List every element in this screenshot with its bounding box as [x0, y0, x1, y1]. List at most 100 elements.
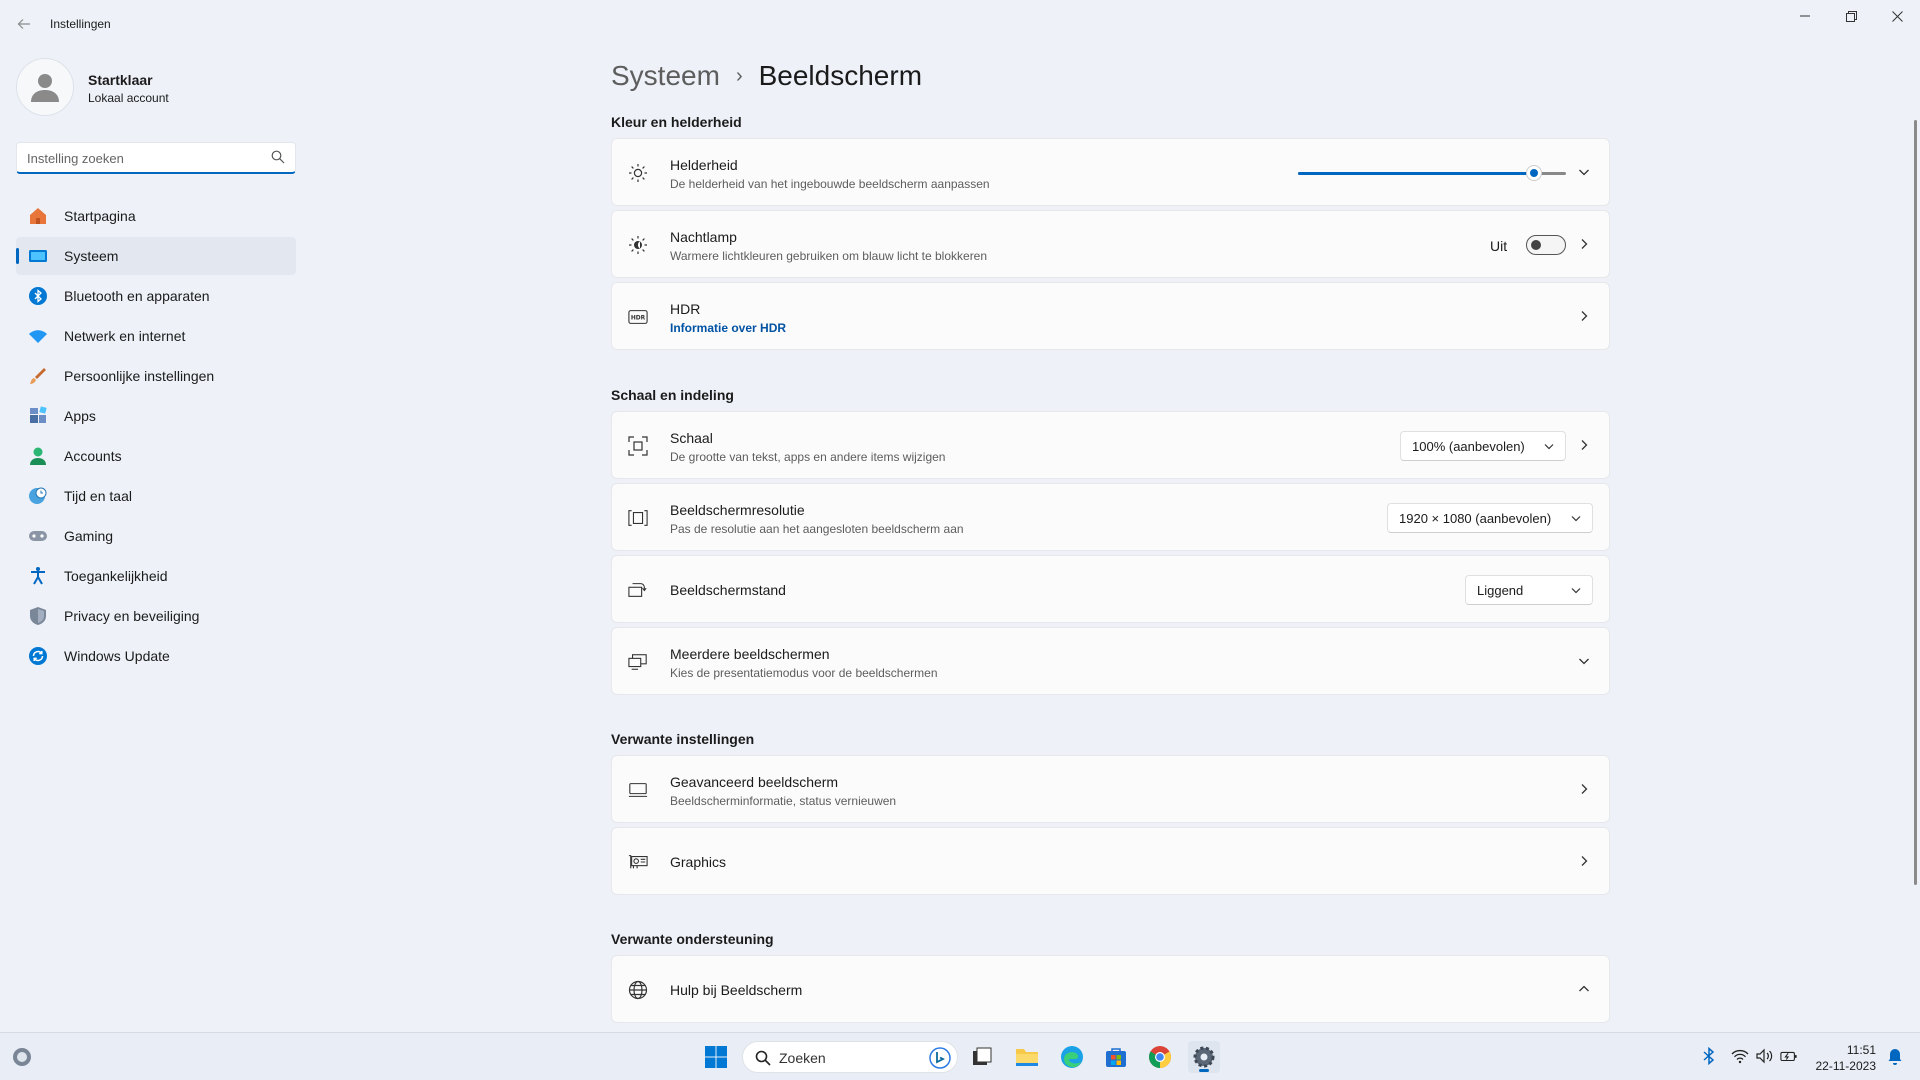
taskbar-edge[interactable]	[1056, 1041, 1088, 1073]
open-button[interactable]	[1575, 852, 1593, 870]
sidebar-item-apps[interactable]: Apps	[16, 397, 296, 435]
sidebar-item-label: Accounts	[64, 448, 122, 464]
sidebar-item-gaming[interactable]: Gaming	[16, 517, 296, 555]
main-scrollbar[interactable]	[1914, 120, 1917, 885]
orientation-dropdown[interactable]: Liggend	[1465, 575, 1593, 605]
graphics-card[interactable]: Graphics	[611, 827, 1610, 895]
night-light-subtitle: Warmere lichtkleuren gebruiken om blauw …	[670, 249, 988, 263]
sidebar-item-systeem[interactable]: Systeem	[16, 237, 296, 275]
chevron-right-icon	[1581, 856, 1588, 866]
globe-icon	[628, 980, 648, 1000]
gamepad-icon	[28, 526, 48, 546]
taskbar-settings[interactable]	[1188, 1041, 1220, 1073]
breadcrumb-parent[interactable]: Systeem	[611, 60, 720, 92]
chevron-down-icon	[1544, 444, 1554, 450]
taskbar-search[interactable]: Zoeken	[742, 1041, 958, 1073]
night-light-toggle[interactable]	[1526, 235, 1566, 255]
search-icon	[755, 1050, 771, 1066]
slider-fill	[1298, 172, 1534, 175]
expand-button[interactable]	[1575, 163, 1593, 181]
taskbar-task-view[interactable]	[966, 1041, 998, 1073]
notification-bell-icon[interactable]	[1886, 1047, 1904, 1065]
back-arrow-icon	[17, 19, 30, 29]
sidebar-item-label: Toegankelijkheid	[64, 568, 168, 584]
multiple-displays-subtitle: Kies de presentatiemodus voor de beeldsc…	[670, 666, 938, 680]
restore-icon	[1845, 10, 1857, 22]
bluetooth-tray-icon[interactable]	[1700, 1047, 1718, 1065]
sidebar-item-label: Privacy en beveiliging	[64, 608, 200, 624]
resolution-dropdown[interactable]: 1920 × 1080 (aanbevolen)	[1387, 503, 1593, 533]
sidebar-item-tijd-taal[interactable]: Tijd en taal	[16, 477, 296, 515]
scale-dropdown[interactable]: 100% (aanbevolen)	[1400, 431, 1566, 461]
start-button-windows-icon[interactable]	[704, 1045, 728, 1069]
expand-button[interactable]	[1575, 652, 1593, 670]
open-button[interactable]	[1575, 235, 1593, 253]
taskbar-clock-time[interactable]: 11:51	[1806, 1043, 1876, 1057]
multiple-displays-card[interactable]: Meerdere beeldschermen Kies de presentat…	[611, 627, 1610, 695]
user-profile[interactable]: Startklaar Lokaal account	[16, 58, 296, 118]
taskbar-store[interactable]	[1100, 1041, 1132, 1073]
scale-card[interactable]: Schaal De grootte van tekst, apps en and…	[611, 411, 1610, 479]
profile-name: Startklaar	[88, 72, 153, 88]
breadcrumb: Systeem › Beeldscherm	[611, 56, 922, 96]
open-button[interactable]	[1575, 436, 1593, 454]
sidebar-item-windows-update[interactable]: Windows Update	[16, 637, 296, 675]
volume-tray-icon[interactable]	[1756, 1047, 1774, 1065]
resolution-title: Beeldschermresolutie	[670, 502, 805, 518]
battery-tray-icon[interactable]	[1780, 1047, 1798, 1065]
chevron-right-icon	[1581, 311, 1588, 321]
graphics-title: Graphics	[670, 854, 727, 870]
scale-dropdown-value: 100% (aanbevolen)	[1412, 438, 1525, 454]
open-button[interactable]	[1575, 780, 1593, 798]
apps-icon	[28, 406, 48, 426]
sidebar-item-privacy[interactable]: Privacy en beveiliging	[16, 597, 296, 635]
maximize-button[interactable]	[1828, 0, 1874, 32]
accounts-icon	[28, 446, 48, 466]
sidebar-item-toegankelijkheid[interactable]: Toegankelijkheid	[16, 557, 296, 595]
svg-text:HDR: HDR	[631, 316, 646, 322]
back-button[interactable]	[10, 12, 38, 36]
sidebar-item-persoonlijk[interactable]: Persoonlijke instellingen	[16, 357, 296, 395]
settings-gear-icon	[1193, 1046, 1215, 1068]
globe-clock-icon	[28, 486, 48, 506]
wifi-tray-icon[interactable]	[1731, 1047, 1749, 1065]
home-icon	[28, 206, 48, 226]
scale-icon	[628, 436, 648, 456]
hdr-info-link[interactable]: Informatie over HDR	[670, 321, 786, 335]
settings-search-box[interactable]	[16, 142, 296, 174]
folder-icon	[1016, 1049, 1038, 1066]
widgets-icon[interactable]	[10, 1045, 34, 1069]
sidebar-item-startpagina[interactable]: Startpagina	[16, 197, 296, 235]
sidebar-item-netwerk[interactable]: Netwerk en internet	[16, 317, 296, 355]
hdr-card[interactable]: HDR HDR Informatie over HDR	[611, 282, 1610, 350]
scale-title: Schaal	[670, 430, 713, 446]
taskbar-search-label: Zoeken	[779, 1050, 826, 1066]
brightness-card: Helderheid De helderheid van het ingebou…	[611, 138, 1610, 206]
section-title-ondersteuning: Verwante ondersteuning	[611, 931, 774, 947]
orientation-dropdown-value: Liggend	[1477, 582, 1524, 598]
advanced-display-card[interactable]: Geavanceerd beeldscherm Beeldscherminfor…	[611, 755, 1610, 823]
sidebar-item-accounts[interactable]: Accounts	[16, 437, 296, 475]
section-title-verwant: Verwante instellingen	[611, 731, 755, 747]
night-light-card[interactable]: Nachtlamp Warmere lichtkleuren gebruiken…	[611, 210, 1610, 278]
open-button[interactable]	[1575, 307, 1593, 325]
settings-search-input[interactable]	[27, 149, 257, 167]
chevron-up-icon	[1579, 985, 1589, 992]
bing-chat-icon[interactable]	[929, 1047, 951, 1069]
collapse-button[interactable]	[1575, 980, 1593, 998]
minimize-button[interactable]	[1782, 0, 1828, 32]
taskbar-clock-date[interactable]: 22-11-2023	[1806, 1059, 1877, 1073]
sidebar-item-label: Gaming	[64, 528, 114, 544]
minimize-icon	[1800, 15, 1810, 17]
taskbar-chrome[interactable]	[1144, 1041, 1176, 1073]
brightness-slider[interactable]	[1298, 166, 1566, 180]
close-button[interactable]	[1874, 0, 1920, 32]
taskbar-file-explorer[interactable]	[1011, 1041, 1043, 1073]
resolution-card: Beeldschermresolutie Pas de resolutie aa…	[611, 483, 1610, 551]
help-display-card[interactable]: Hulp bij Beeldscherm	[611, 955, 1610, 1023]
chevron-down-icon	[1579, 658, 1589, 665]
brightness-title: Helderheid	[670, 157, 738, 173]
sidebar-item-bluetooth[interactable]: Bluetooth en apparaten	[16, 277, 296, 315]
slider-thumb[interactable]	[1526, 166, 1541, 180]
close-icon	[1891, 10, 1903, 22]
